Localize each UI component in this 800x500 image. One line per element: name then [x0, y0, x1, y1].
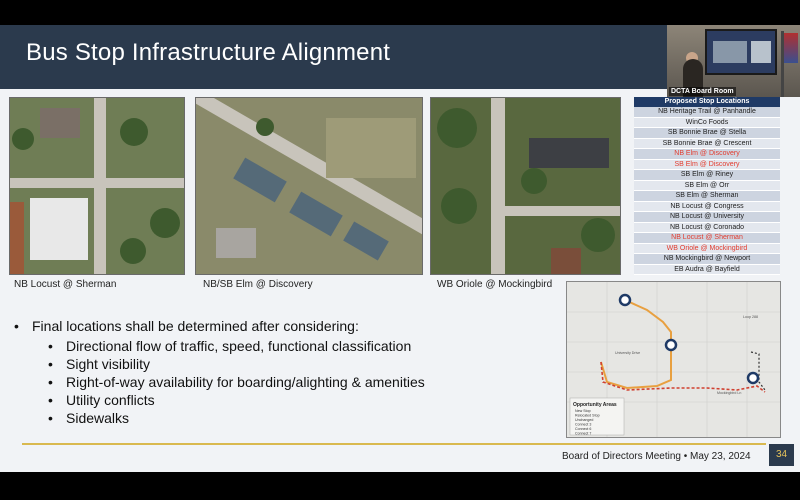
route-map: Opportunity Areas New Stop Relocated Sto… — [566, 281, 781, 438]
svg-text:Connect 3: Connect 3 — [575, 423, 591, 427]
considerations-list: • Final locations shall be determined aft… — [14, 318, 425, 428]
stop-row: NB Mockingbird @ Newport — [634, 254, 780, 265]
svg-text:New Stop: New Stop — [575, 409, 591, 413]
svg-text:Loop 288: Loop 288 — [743, 315, 758, 319]
svg-text:Relocated Stop: Relocated Stop — [575, 414, 600, 418]
bullet-sub: • Sidewalks — [48, 410, 130, 426]
stop-row: SB Bonnie Brae @ Crescent — [634, 138, 780, 149]
webcam-feed: DCTA Board Room — [667, 25, 800, 97]
caption-oriole-mockingbird: WB Oriole @ Mockingbird — [437, 279, 553, 290]
footer-meeting-date: Board of Directors Meeting • May 23, 202… — [562, 451, 751, 462]
svg-text:Connect 6: Connect 6 — [575, 427, 591, 431]
svg-text:Unchanged: Unchanged — [575, 418, 593, 422]
footer-rule — [22, 443, 766, 445]
aerial-image-locust-sherman — [9, 97, 185, 275]
stop-row: SB Elm @ Orr — [634, 180, 780, 191]
bullet-sub: • Right-of-way availability for boarding/… — [48, 374, 425, 390]
stop-row: SB Elm @ Sherman — [634, 191, 780, 202]
stop-row: NB Elm @ Discovery — [634, 149, 780, 160]
proposed-stops-table: Proposed Stop Locations NB Heritage Trai… — [634, 97, 780, 275]
stop-row: EB Audra @ Bayfield — [634, 264, 780, 275]
bullet-sub: • Directional flow of traffic, speed, fun… — [48, 338, 412, 354]
bullet-main: • Final locations shall be determined aft… — [14, 318, 359, 334]
stop-row: NB Heritage Trail @ Panhandle — [634, 107, 780, 118]
map-legend-title: Opportunity Areas — [573, 402, 617, 408]
presentation-slide: Bus Stop Infrastructure Alignment DCTA B… — [0, 25, 800, 472]
route-map-svg: Opportunity Areas New Stop Relocated Sto… — [567, 282, 780, 437]
bullet-sub: • Utility conflicts — [48, 392, 155, 408]
stops-table-header: Proposed Stop Locations — [634, 97, 780, 107]
stop-row: NB Locust @ Congress — [634, 201, 780, 212]
stop-row: SB Bonnie Brae @ Stella — [634, 128, 780, 139]
slide-title: Bus Stop Infrastructure Alignment — [26, 39, 391, 66]
page-number: 34 — [769, 444, 794, 466]
map-marker-icon — [746, 371, 760, 385]
stop-row: NB Locust @ University — [634, 212, 780, 223]
stop-row: NB Locust @ Sherman — [634, 233, 780, 244]
stop-row: WB Oriole @ Mockingbird — [634, 243, 780, 254]
svg-text:Mockingbird Ln: Mockingbird Ln — [717, 391, 741, 395]
stops-table-body: NB Heritage Trail @ Panhandle WinCo Foods… — [634, 107, 780, 275]
stop-row: NB Locust @ Coronado — [634, 222, 780, 233]
aerial-image-elm-discovery — [195, 97, 423, 275]
stop-row: SB Elm @ Riney — [634, 170, 780, 181]
room-display-screen — [705, 29, 777, 75]
caption-locust-sherman: NB Locust @ Sherman — [14, 279, 117, 290]
bullet-sub: • Sight visibility — [48, 356, 151, 372]
map-marker-icon — [664, 338, 678, 352]
caption-elm-discovery: NB/SB Elm @ Discovery — [203, 279, 313, 290]
webcam-label: DCTA Board Room — [669, 87, 736, 96]
stop-row: SB Elm @ Discovery — [634, 159, 780, 170]
svg-text:University Drive: University Drive — [615, 351, 640, 355]
svg-text:Connect 7: Connect 7 — [575, 432, 591, 436]
aerial-image-oriole-mockingbird — [430, 97, 621, 275]
flag-icon — [784, 33, 798, 63]
stop-row: WinCo Foods — [634, 117, 780, 128]
map-marker-icon — [618, 293, 632, 307]
